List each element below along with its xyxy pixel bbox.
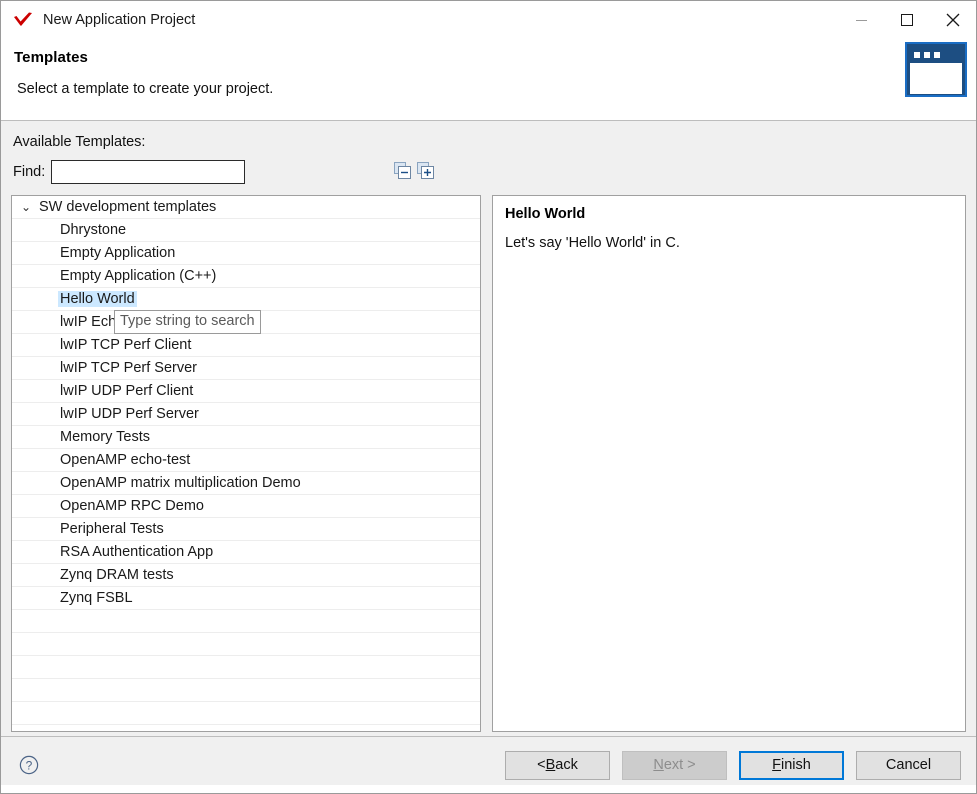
maximize-icon (901, 14, 913, 26)
new-application-project-dialog: New Application Project Templates Select… (0, 0, 977, 794)
tree-item[interactable]: Dhrystone (12, 219, 480, 242)
tree-item[interactable]: OpenAMP matrix multiplication Demo (12, 472, 480, 495)
detail-description: Let's say 'Hello World' in C. (505, 235, 680, 251)
minimize-icon (855, 19, 867, 21)
find-row: Find: (11, 159, 966, 185)
wizard-icon-dot (914, 51, 920, 58)
tree-item-label: Memory Tests (60, 429, 150, 445)
app-icon (12, 9, 36, 31)
wizard-window-icon (905, 42, 967, 97)
mnemonic: N (653, 757, 664, 773)
available-templates-label: Available Templates: (13, 134, 146, 150)
wizard-content: Available Templates: Find: ⌄ SW developm… (1, 121, 976, 736)
tree-item[interactable]: OpenAMP RPC Demo (12, 495, 480, 518)
wizard-icon-dot (934, 51, 940, 58)
tree-group-row[interactable]: ⌄ SW development templates (12, 196, 480, 219)
tree-empty-row (12, 702, 480, 725)
tree-empty-row (12, 656, 480, 679)
search-input[interactable] (51, 160, 246, 184)
tree-item-label: RSA Authentication App (60, 544, 214, 560)
help-icon: ? (19, 755, 39, 775)
template-detail-pane: Hello World Let's say 'Hello World' in C… (492, 195, 966, 732)
minimize-button[interactable] (838, 5, 884, 35)
collapse-all-icon[interactable] (394, 162, 411, 179)
tree-item[interactable]: Empty Application (12, 242, 480, 265)
mnemonic: F (772, 757, 782, 773)
tree-item[interactable]: Zynq FSBL (12, 587, 480, 610)
tree-item[interactable]: lwIP TCP Perf Client (12, 334, 480, 357)
next-button: Next > (622, 750, 727, 780)
svg-text:?: ? (26, 759, 33, 773)
wizard-icon-body (910, 63, 962, 94)
tree-item-label: OpenAMP RPC Demo (60, 498, 204, 514)
tree-item-label: lwIP UDP Perf Server (60, 406, 199, 422)
tree-item[interactable]: Peripheral Tests (12, 518, 480, 541)
tree-item-label: lwIP UDP Perf Client (60, 383, 194, 399)
wizard-buttons: < Back Next > Finish Cancel (505, 750, 961, 780)
tree-item-label: lwIP TCP Perf Client (60, 337, 192, 353)
maximize-button[interactable] (884, 5, 930, 35)
tree-item-label: Hello World (58, 291, 137, 307)
tree-item-label: OpenAMP echo-test (60, 452, 191, 468)
close-icon (946, 13, 960, 27)
expand-all-icon[interactable] (417, 162, 434, 179)
finish-button[interactable]: Finish (739, 750, 844, 780)
tree-item[interactable]: RSA Authentication App (12, 541, 480, 564)
tree-item[interactable]: Zynq DRAM tests (12, 564, 480, 587)
window-title: New Application Project (43, 12, 196, 28)
page-subtitle: Select a template to create your project… (17, 81, 274, 97)
tree-item-label: Empty Application (C++) (60, 268, 217, 284)
tree-item-label: Peripheral Tests (60, 521, 164, 537)
find-label: Find: (13, 164, 46, 180)
tree-item[interactable]: lwIP UDP Perf Server (12, 403, 480, 426)
search-tooltip: Type string to search (114, 310, 261, 334)
tree-empty-row (12, 610, 480, 633)
templates-tree[interactable]: ⌄ SW development templates Dhrystone Empt… (11, 195, 481, 732)
detail-title: Hello World (505, 206, 586, 222)
cancel-button[interactable]: Cancel (856, 750, 961, 780)
wizard-header: Templates Select a template to create yo… (1, 39, 976, 121)
tree-item[interactable]: Hello World (12, 288, 480, 311)
tree-item-label: Zynq DRAM tests (60, 567, 174, 583)
tree-group-label: SW development templates (39, 199, 217, 215)
tree-item[interactable]: Memory Tests (12, 426, 480, 449)
panes: ⌄ SW development templates Dhrystone Empt… (11, 195, 966, 732)
tree-item[interactable]: Empty Application (C++) (12, 265, 480, 288)
mnemonic: B (545, 757, 556, 773)
back-button[interactable]: < Back (505, 750, 610, 780)
tree-toolbar (394, 162, 434, 179)
page-title: Templates (14, 49, 88, 66)
tree-item[interactable]: OpenAMP echo-test (12, 449, 480, 472)
tree-item-label: Empty Application (60, 245, 176, 261)
red-check-icon (14, 12, 32, 26)
tree-item-label: Dhrystone (60, 222, 127, 238)
tree-item-label: OpenAMP matrix multiplication Demo (60, 475, 301, 491)
chevron-down-icon[interactable]: ⌄ (21, 201, 37, 213)
help-button[interactable]: ? (19, 755, 39, 775)
tree-item-label: Zynq FSBL (60, 590, 133, 606)
tree-empty-row (12, 679, 480, 702)
tree-item[interactable]: lwIP UDP Perf Client (12, 380, 480, 403)
background-window-strip (1, 785, 976, 793)
title-bar: New Application Project (1, 1, 976, 39)
tree-empty-row (12, 633, 480, 656)
tree-item[interactable]: lwIP TCP Perf Server (12, 357, 480, 380)
wizard-icon-titlebar (910, 47, 962, 62)
tree-item-label: lwIP TCP Perf Server (60, 360, 197, 376)
wizard-icon-dot (924, 51, 930, 58)
window-controls (838, 1, 976, 39)
close-button[interactable] (930, 5, 976, 35)
